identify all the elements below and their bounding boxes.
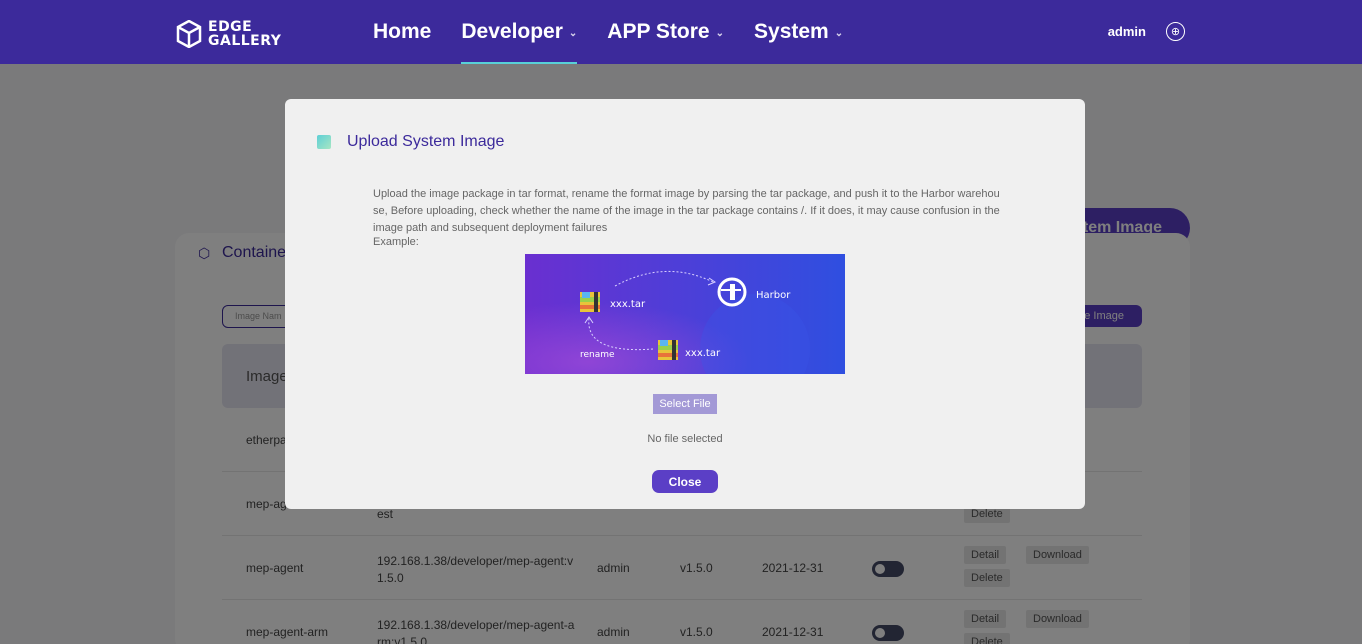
diagram-file1-label: xxx.tar [610,299,646,310]
example-label: Example: [373,236,419,248]
logo-text: EDGE GALLERY [208,19,282,49]
dialog-title: Upload System Image [317,133,504,151]
nav-system[interactable]: System ⌄ [754,20,843,64]
nav-developer[interactable]: Developer ⌄ [461,20,577,64]
diagram-file2-label: xxx.tar [685,348,721,359]
diagram-harbor-label: Harbor [756,290,791,301]
nav-home[interactable]: Home [373,20,431,64]
chevron-down-icon: ⌄ [834,28,844,39]
main-nav: Home Developer ⌄ APP Store ⌄ System ⌄ [373,20,873,64]
nav-app-store[interactable]: APP Store ⌄ [607,20,724,64]
globe-icon[interactable]: ⊕ [1166,22,1185,41]
upload-system-image-dialog: Upload System Image Upload the image pac… [285,99,1085,509]
chevron-down-icon: ⌄ [715,28,725,39]
top-header: EDGE GALLERY Home Developer ⌄ APP Store ⌄ … [0,0,1362,64]
no-file-status: No file selected [647,433,723,445]
chevron-down-icon: ⌄ [568,28,578,39]
example-diagram: xxx.tar Harbor rename xxx.tar [525,254,845,374]
diagram-rename-label: rename [580,350,615,360]
dialog-description: Upload the image package in tar format, … [373,188,1000,234]
close-button[interactable]: Close [652,470,718,493]
select-file-button[interactable]: Select File [653,394,717,414]
title-square-icon [317,135,331,149]
archive-file-icon [658,340,678,360]
archive-file-icon [580,292,600,312]
user-name[interactable]: admin [1108,24,1146,39]
edgegallery-logo[interactable]: EDGE GALLERY [176,20,281,48]
cube-logo-icon [176,20,202,48]
